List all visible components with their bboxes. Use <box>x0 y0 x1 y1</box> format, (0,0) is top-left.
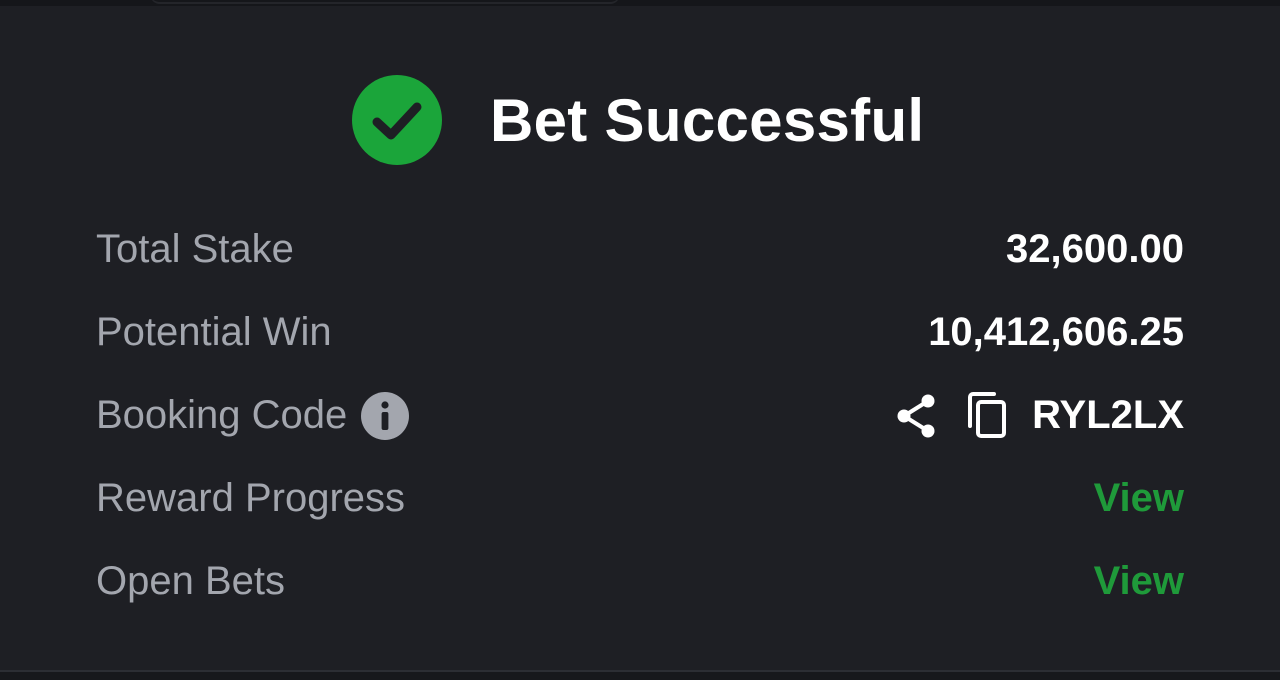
booking-code-value[interactable]: RYL2LX <box>1032 393 1184 438</box>
bet-confirmation-panel: Bet Successful Total Stake 32,600.00 Pot… <box>0 0 1280 680</box>
open-bets-label: Open Bets <box>96 559 286 603</box>
copy-icon[interactable] <box>966 391 1012 440</box>
reward-progress-row: Reward Progress View <box>96 457 1184 540</box>
check-circle-icon <box>352 75 442 165</box>
reward-progress-label: Reward Progress <box>96 476 406 520</box>
top-edge <box>0 0 1280 6</box>
reward-progress-view-link[interactable]: View <box>1094 476 1184 521</box>
potential-win-label: Potential Win <box>96 310 332 354</box>
bet-result-header: Bet Successful <box>352 74 924 166</box>
booking-code-actions: RYL2LX <box>894 391 1184 440</box>
info-icon[interactable] <box>361 391 410 440</box>
share-icon[interactable] <box>894 392 938 440</box>
total-stake-row: Total Stake 32,600.00 <box>96 208 1184 291</box>
bottom-divider <box>0 670 1280 680</box>
potential-win-value: 10,412,606.25 <box>928 310 1184 354</box>
total-stake-label: Total Stake <box>96 227 294 271</box>
page-title: Bet Successful <box>490 86 925 154</box>
booking-code-row: Booking Code RYL2LX <box>96 374 1184 457</box>
open-bets-row: Open Bets View <box>96 540 1184 623</box>
potential-win-row: Potential Win 10,412,606.25 <box>96 291 1184 374</box>
open-bets-view-link[interactable]: View <box>1094 559 1184 604</box>
bet-summary-list: Total Stake 32,600.00 Potential Win 10,4… <box>96 208 1184 623</box>
total-stake-value: 32,600.00 <box>1006 227 1184 271</box>
booking-code-label: Booking Code <box>96 393 348 437</box>
